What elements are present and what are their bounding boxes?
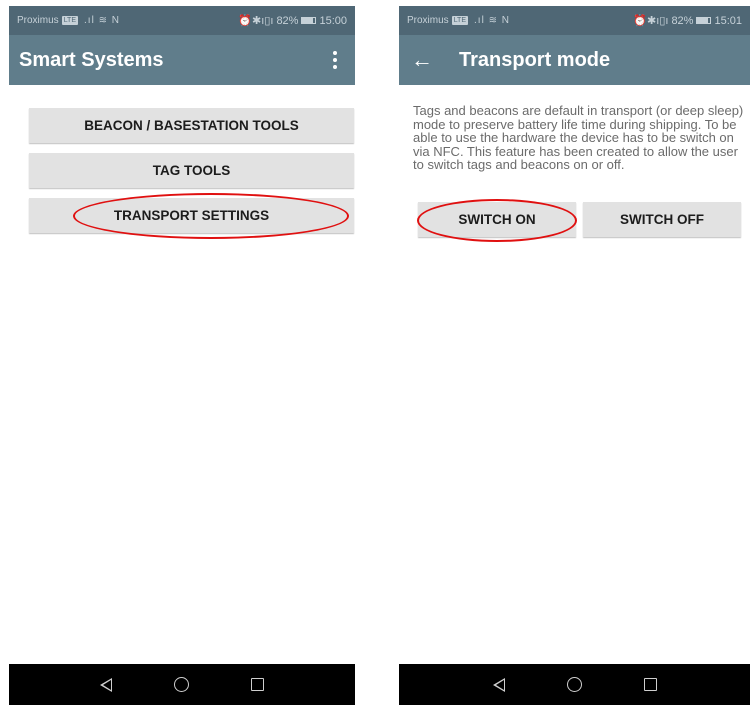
nav-back-icon[interactable]: [492, 677, 505, 692]
clock: 15:00: [319, 14, 347, 27]
status-icons: ⏰✱ı▯ı: [238, 15, 274, 27]
app-bar: ← Transport mode: [399, 35, 750, 85]
navigation-bar: [9, 664, 355, 705]
status-icons: ⏰✱ı▯ı: [633, 15, 669, 27]
app-bar: Smart Systems: [9, 35, 355, 85]
transport-settings-button[interactable]: TRANSPORT SETTINGS: [29, 198, 354, 233]
screen-title: Transport mode: [459, 48, 611, 71]
network-badge: LTE: [61, 16, 79, 25]
beacon-basestation-tools-button[interactable]: BEACON / BASESTATION TOOLS: [29, 108, 354, 143]
status-bar: Proximus LTE .ıl ≋ N ⏰✱ı▯ı 82% 15:01: [399, 6, 750, 35]
signal-icon: .ıl ≋ N: [474, 15, 510, 26]
nav-home-icon[interactable]: [566, 677, 582, 692]
nav-back-icon[interactable]: [100, 677, 112, 692]
phone-screen-transport: Proximus LTE .ıl ≋ N ⏰✱ı▯ı 82% 15:01 ← T…: [399, 6, 750, 705]
carrier-label: Proximus: [17, 15, 59, 26]
battery-percent: 82%: [671, 14, 694, 27]
transport-description: Tags and beacons are default in transpor…: [413, 103, 744, 172]
nav-recents-icon[interactable]: [251, 678, 264, 691]
nav-recents-icon[interactable]: [643, 678, 657, 691]
more-vert-icon[interactable]: [325, 48, 345, 72]
app-title: Smart Systems: [19, 48, 164, 71]
signal-icon: .ıl ≋ N: [84, 15, 120, 26]
navigation-bar: [399, 664, 750, 705]
network-badge: LTE: [451, 16, 469, 25]
switch-on-button[interactable]: SWITCH ON: [418, 202, 576, 237]
phone-screen-main: Proximus LTE .ıl ≋ N ⏰✱ı▯ı 82% 15:00 Sma…: [9, 6, 355, 705]
battery-percent: 82%: [276, 14, 299, 27]
clock: 15:01: [714, 14, 742, 27]
tag-tools-button[interactable]: TAG TOOLS: [29, 153, 354, 188]
carrier-label: Proximus: [407, 15, 449, 26]
back-arrow-icon[interactable]: ←: [411, 49, 441, 71]
battery-icon: [301, 17, 317, 24]
battery-icon: [696, 17, 712, 24]
nav-home-icon[interactable]: [174, 677, 189, 692]
status-bar: Proximus LTE .ıl ≋ N ⏰✱ı▯ı 82% 15:00: [9, 6, 355, 35]
switch-off-button[interactable]: SWITCH OFF: [583, 202, 741, 237]
